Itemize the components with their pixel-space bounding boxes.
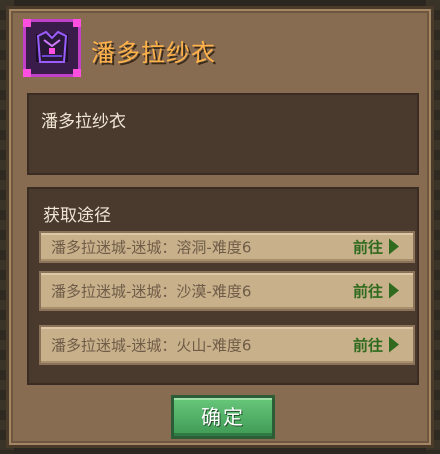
arrow-right-icon (389, 282, 399, 299)
icon-corner (23, 69, 31, 77)
acquisition-heading: 获取途径 (43, 206, 111, 226)
route-row[interactable]: 潘多拉迷城-迷城：沙漠-难度6 前往 (39, 271, 415, 311)
goto-button[interactable]: 前往 (353, 237, 399, 258)
confirm-button[interactable]: 确定 (171, 395, 275, 439)
icon-corner (73, 69, 81, 77)
item-description: 潘多拉纱衣 (41, 112, 126, 132)
acquisition-box: 获取途径 潘多拉迷城-迷城：溶洞-难度6 前往 潘多拉迷城-迷城：沙漠-难度6 … (27, 187, 419, 385)
arrow-right-icon (389, 336, 399, 353)
icon-corner (23, 19, 31, 27)
icon-corner (73, 19, 81, 27)
goto-button[interactable]: 前往 (353, 281, 399, 302)
route-label: 潘多拉迷城-迷城：火山-难度6 (51, 336, 252, 355)
item-detail-panel: 潘多拉纱衣 潘多拉纱衣 获取途径 潘多拉迷城-迷城：溶洞-难度6 前往 潘多拉迷… (6, 6, 434, 448)
robe-armor-icon (23, 19, 81, 77)
arrow-right-icon (389, 238, 399, 255)
route-label: 潘多拉迷城-迷城：溶洞-难度6 (51, 238, 252, 257)
item-title: 潘多拉纱衣 (91, 39, 216, 67)
route-row[interactable]: 潘多拉迷城-迷城：溶洞-难度6 前往 (39, 231, 415, 263)
goto-button[interactable]: 前往 (353, 335, 399, 356)
robe-armor-glyph (36, 30, 68, 63)
goto-label: 前往 (352, 336, 383, 355)
route-row[interactable]: 潘多拉迷城-迷城：火山-难度6 前往 (39, 325, 415, 365)
route-label: 潘多拉迷城-迷城：沙漠-难度6 (51, 282, 252, 301)
goto-label: 前往 (352, 238, 383, 257)
goto-label: 前往 (352, 282, 383, 301)
description-box: 潘多拉纱衣 (27, 93, 419, 175)
